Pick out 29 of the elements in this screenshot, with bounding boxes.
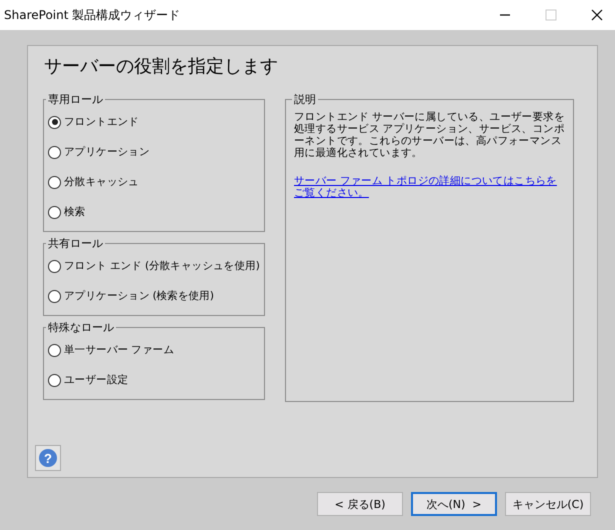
role-option[interactable]: アプリケーション (検索を使用) [48, 281, 260, 311]
group-title: 共有ロール [47, 236, 104, 251]
role-option[interactable]: 単一サーバー ファーム [48, 335, 260, 365]
role-option[interactable]: ユーザー設定 [48, 365, 260, 395]
radio-button[interactable] [48, 206, 61, 218]
group-title: 専用ロール [47, 92, 104, 107]
role-option[interactable]: アプリケーション [48, 137, 260, 167]
description-text: フロントエンド サーバーに属している、ユーザー要求を処理するサービス アプリケーション、サービス、コンポーネントです。これらのサーバーは、高パフォーマンス用に最適化されています。 [294, 111, 565, 159]
page-heading: サーバーの役割を指定します [43, 55, 279, 78]
radio-button[interactable] [48, 344, 61, 356]
wizard-button[interactable]: 次へ(N) > [411, 492, 497, 516]
topology-link[interactable]: サーバー ファーム トポロジの詳細についてはこちらをご覧ください。 [294, 175, 565, 199]
wizard-button[interactable]: キャンセル(C) [505, 492, 591, 516]
radio-button[interactable] [48, 374, 61, 386]
radio-button[interactable] [48, 260, 61, 272]
group-title: 説明 [293, 92, 317, 107]
role-option[interactable]: 検索 [48, 197, 260, 227]
radio-button[interactable] [48, 176, 61, 188]
close-icon[interactable] [591, 9, 603, 21]
window-title: SharePoint 製品構成ウィザード [4, 6, 180, 24]
role-option[interactable]: フロントエンド [48, 107, 260, 137]
radio-button[interactable] [48, 116, 61, 128]
role-option[interactable]: 分散キャッシュ [48, 167, 260, 197]
radio-button[interactable] [48, 146, 61, 158]
role-option[interactable]: フロント エンド (分散キャッシュを使用) [48, 251, 260, 281]
group-title: 特殊なロール [47, 320, 115, 335]
wizard-button[interactable]: < 戻る(B) [317, 492, 403, 516]
help-button[interactable]: ? [35, 445, 61, 471]
radio-button[interactable] [48, 290, 61, 302]
